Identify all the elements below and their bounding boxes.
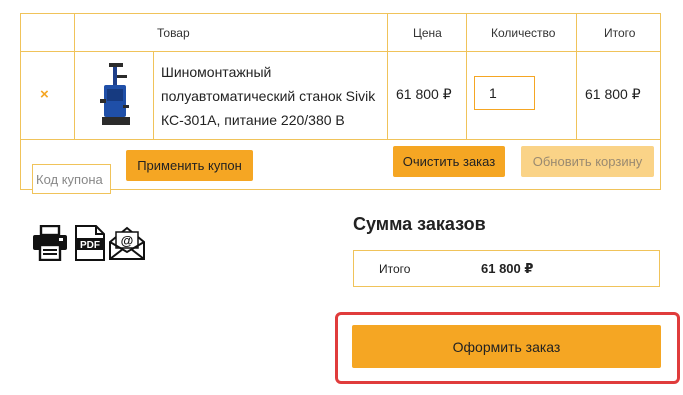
- coupon-code-input[interactable]: [32, 164, 111, 194]
- totals-label: Итого: [379, 262, 411, 276]
- update-cart-button[interactable]: Обновить корзину: [521, 146, 654, 177]
- svg-text:PDF: PDF: [80, 240, 100, 251]
- quantity-input[interactable]: [474, 76, 535, 110]
- divider: [387, 51, 388, 139]
- divider: [466, 51, 467, 139]
- totals-title: Сумма заказов: [353, 214, 486, 234]
- product-price: 61 800 ₽: [396, 86, 452, 102]
- divider: [576, 51, 577, 139]
- totals-box: Итого 61 800 ₽: [353, 250, 660, 287]
- remove-item-icon[interactable]: ×: [40, 87, 49, 102]
- apply-coupon-button[interactable]: Применить купон: [126, 150, 253, 181]
- clear-order-button[interactable]: Очистить заказ: [393, 146, 505, 177]
- cart-header-row: Товар Цена Количество Итого: [21, 14, 660, 52]
- cart-table: Товар Цена Количество Итого × Шиномонтаж…: [20, 13, 661, 194]
- product-name[interactable]: Шиномонтажный полуавтоматический станок …: [161, 60, 383, 132]
- divider: [387, 14, 388, 51]
- divider: [153, 51, 154, 139]
- divider: [74, 51, 75, 139]
- printer-icon[interactable]: [32, 225, 68, 261]
- cart-item-row: × Шиномонтажный полуавтоматический стано…: [21, 51, 660, 140]
- pdf-icon[interactable]: PDF: [74, 225, 106, 261]
- email-icon[interactable]: @: [108, 225, 146, 261]
- product-subtotal: 61 800 ₽: [585, 86, 641, 102]
- product-thumbnail[interactable]: [96, 61, 136, 129]
- checkout-button[interactable]: Оформить заказ: [352, 325, 661, 368]
- divider: [466, 14, 467, 51]
- totals-value: 61 800 ₽: [481, 261, 534, 276]
- divider: [74, 14, 75, 51]
- header-total: Итого: [604, 26, 636, 40]
- header-product: Товар: [157, 26, 190, 40]
- header-price: Цена: [413, 26, 442, 40]
- svg-text:@: @: [121, 233, 134, 248]
- divider: [576, 14, 577, 51]
- header-quantity: Количество: [491, 26, 556, 40]
